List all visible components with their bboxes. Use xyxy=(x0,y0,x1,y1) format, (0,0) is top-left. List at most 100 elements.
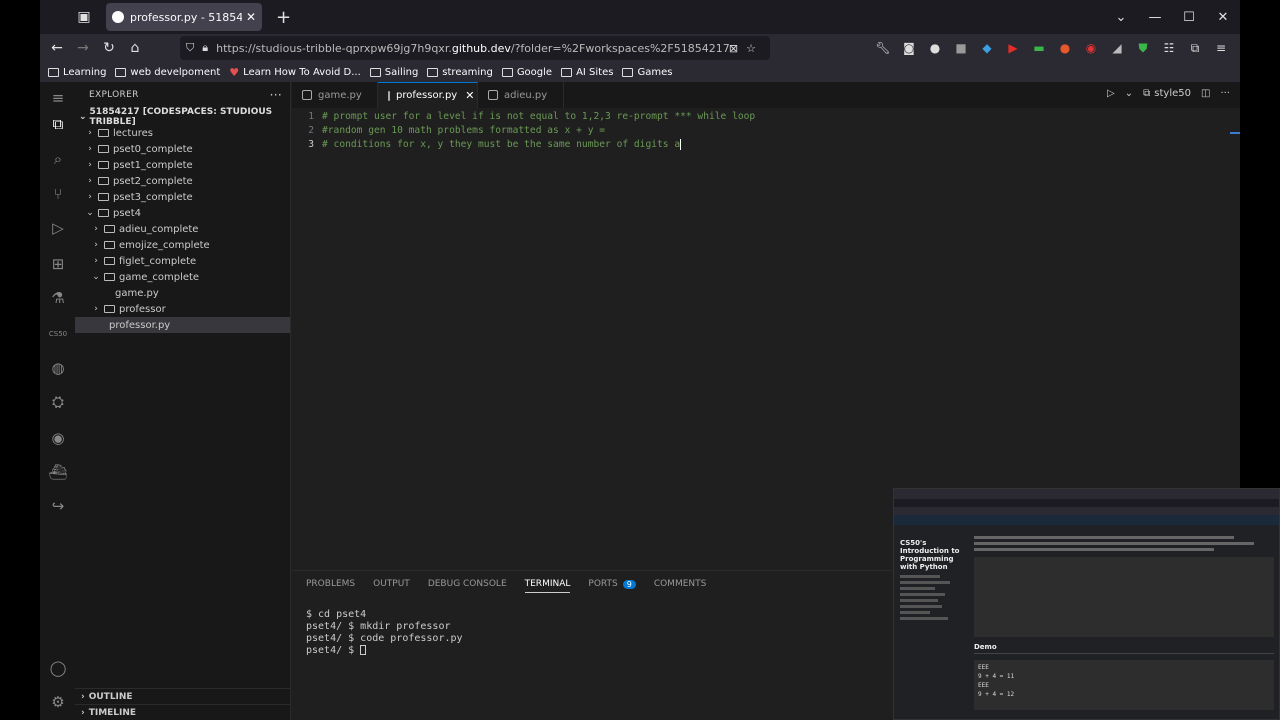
bookmark-ai-sites[interactable]: AI Sites xyxy=(561,67,613,78)
terminal[interactable]: $ cd pset4 pset4/ $ mkdir professor pset… xyxy=(292,597,892,657)
explorer-sidebar: EXPLORER ··· ⌄ 51854217 [CODESPACES: STU… xyxy=(75,82,291,720)
more-actions-icon[interactable]: ··· xyxy=(1220,88,1230,99)
bookmark-google[interactable]: Google xyxy=(501,67,552,78)
close-tab-icon[interactable]: ✕ xyxy=(465,89,474,102)
tree-folder[interactable]: › pset2_complete xyxy=(75,173,290,189)
run-debug-icon[interactable]: ▷ xyxy=(48,218,68,238)
no-media-icon[interactable]: ⊠ xyxy=(729,42,738,55)
bookmark-sailing[interactable]: Sailing xyxy=(369,67,418,78)
wrench-icon[interactable]: 🔧︎ xyxy=(870,38,896,58)
tab-problems[interactable]: PROBLEMS xyxy=(306,579,355,589)
explorer-icon[interactable]: ⧉ xyxy=(48,114,68,134)
hamburger-menu-icon[interactable]: ≡ xyxy=(48,88,68,108)
tree-folder[interactable]: › professor xyxy=(75,301,290,317)
maximize-button[interactable]: ☐ xyxy=(1172,10,1206,25)
text-caret xyxy=(680,138,682,150)
tab-output[interactable]: OUTPUT xyxy=(373,579,410,589)
browser-tab[interactable]: professor.py - 51854217 [Codespaces... ✕ xyxy=(106,3,262,31)
tab-comments[interactable]: COMMENTS xyxy=(654,579,707,589)
tree-folder[interactable]: › figlet_complete xyxy=(75,253,290,269)
more-actions-icon[interactable]: ··· xyxy=(270,88,282,102)
tree-folder[interactable]: ⌄ pset4 xyxy=(75,205,290,221)
folder-icon xyxy=(98,177,109,185)
extension-orange-icon[interactable]: ● xyxy=(1052,38,1078,58)
extensions-puzzle-icon[interactable]: ⧉ xyxy=(1182,38,1208,58)
back-icon[interactable]: ← xyxy=(44,40,70,56)
tab-adieu-py[interactable]: adieu.py xyxy=(478,82,564,108)
list-tabs-icon[interactable]: ⌄ xyxy=(1104,10,1138,25)
extension-green-shield-icon[interactable]: ⛊ xyxy=(1130,38,1156,58)
share-icon[interactable]: ↪ xyxy=(48,496,68,516)
home-icon[interactable]: ⌂ xyxy=(122,40,148,56)
account-icon[interactable]: ● xyxy=(922,38,948,58)
new-tab-button[interactable]: + xyxy=(276,7,291,28)
outline-section[interactable]: › OUTLINE xyxy=(75,688,291,704)
bookmark-streaming[interactable]: streaming xyxy=(427,67,493,78)
search-icon[interactable]: ⌕ xyxy=(48,149,68,169)
explorer-title: EXPLORER xyxy=(89,90,139,100)
tree-folder[interactable]: › pset3_complete xyxy=(75,189,290,205)
docker-icon[interactable]: ⛴ xyxy=(48,462,68,482)
source-control-icon[interactable]: ⑂ xyxy=(48,184,68,204)
reload-icon[interactable]: ↻ xyxy=(96,40,122,56)
tree-item-label: professor xyxy=(119,303,166,315)
chevron-down-icon[interactable]: ⌄ xyxy=(1125,88,1133,99)
extension-blue-icon[interactable]: ◆ xyxy=(974,38,1000,58)
tree-folder[interactable]: › pset0_complete xyxy=(75,141,290,157)
lock-icon[interactable]: 🔒︎ xyxy=(202,41,208,55)
scrollbar-marker[interactable] xyxy=(1230,132,1240,134)
folder-icon xyxy=(561,67,573,77)
tab-terminal[interactable]: TERMINAL xyxy=(524,579,571,593)
extension-gray-icon[interactable]: ◢ xyxy=(1104,38,1130,58)
account-icon[interactable]: ◯ xyxy=(48,658,68,678)
tab-debug-console[interactable]: DEBUG CONSOLE xyxy=(428,579,507,589)
extension-list-icon[interactable]: ☷ xyxy=(1156,38,1182,58)
youtube-icon[interactable]: ▶ xyxy=(1000,38,1026,58)
extensions-icon[interactable]: ⊞ xyxy=(48,254,68,274)
tree-folder[interactable]: › adieu_complete xyxy=(75,221,290,237)
tab-ports[interactable]: PORTS 9 xyxy=(588,579,636,589)
forward-icon[interactable]: → xyxy=(70,40,96,56)
bookmark-learning[interactable]: Learning xyxy=(48,67,106,78)
tree-folder[interactable]: › lectures xyxy=(75,125,290,141)
bookmark-star-icon[interactable]: ☆ xyxy=(746,42,756,55)
duck-icon[interactable]: ◍ xyxy=(48,358,68,378)
firefox-view-icon[interactable]: ▣ xyxy=(74,7,94,27)
settings-gear-icon[interactable]: ⚙ xyxy=(48,692,68,712)
address-bar[interactable]: ⛉ 🔒︎ https://studious-tribble-qprxpw69jg… xyxy=(180,36,770,60)
url-text[interactable]: https://studious-tribble-qprxpw69jg7h9qx… xyxy=(216,42,729,55)
tree-folder[interactable]: ⌄ game_complete xyxy=(75,269,290,285)
workspace-root[interactable]: ⌄ 51854217 [CODESPACES: STUDIOUS TRIBBLE… xyxy=(75,107,290,127)
extension-red-badge-icon[interactable]: ◉ xyxy=(1078,38,1104,58)
bookmark-learn-how[interactable]: ♥ Learn How To Avoid D... xyxy=(229,66,361,79)
run-icon[interactable]: ▷ xyxy=(1107,88,1115,99)
style50-icon[interactable]: ⧉ xyxy=(1143,88,1150,99)
pip-video-overlay[interactable]: CS50's Introduction to Programming with … xyxy=(893,488,1280,720)
tree-file[interactable]: game.py xyxy=(75,285,290,301)
bookmark-web-development[interactable]: web develpoment xyxy=(115,67,220,78)
extension-green-icon[interactable]: ▬ xyxy=(1026,38,1052,58)
tree-folder[interactable]: › emojize_complete xyxy=(75,237,290,253)
python-icon[interactable]: ⛭ xyxy=(48,392,68,412)
ports-badge: 9 xyxy=(622,579,636,589)
github-icon[interactable]: ◉ xyxy=(48,428,68,448)
pip-course-title: CS50's Introduction to Programming with … xyxy=(900,539,960,571)
testing-icon[interactable]: ⚗ xyxy=(48,288,68,308)
shield-icon[interactable]: ⛉ xyxy=(186,41,194,55)
tree-file[interactable]: professor.py xyxy=(75,317,290,333)
timeline-section[interactable]: › TIMELINE xyxy=(75,704,291,720)
split-editor-icon[interactable]: ◫ xyxy=(1201,88,1210,99)
tree-folder[interactable]: › pset1_complete xyxy=(75,157,290,173)
close-window-button[interactable]: ✕ xyxy=(1206,10,1240,25)
cs50-icon[interactable]: CS50 xyxy=(48,324,68,344)
folder-icon xyxy=(622,67,634,77)
close-tab-icon[interactable]: ✕ xyxy=(246,10,256,24)
bookmark-games[interactable]: Games xyxy=(622,67,672,78)
pocket-icon[interactable]: ◙ xyxy=(896,38,922,58)
minimize-button[interactable]: — xyxy=(1138,10,1172,25)
menu-icon[interactable]: ≡ xyxy=(1208,38,1234,58)
style50-button[interactable]: style50 xyxy=(1154,88,1191,99)
extension-shield-icon[interactable]: ■ xyxy=(948,38,974,58)
tab-game-py[interactable]: game.py xyxy=(292,82,378,108)
tab-professor-py[interactable]: professor.py ✕ xyxy=(378,82,478,108)
